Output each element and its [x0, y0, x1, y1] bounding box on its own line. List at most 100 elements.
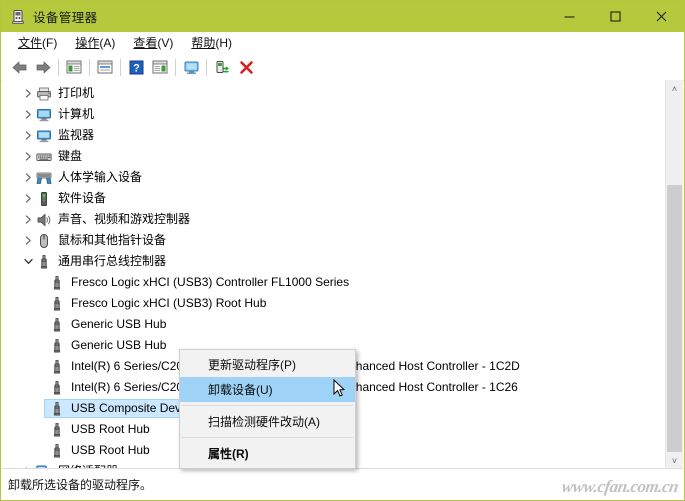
tree-expander[interactable] — [20, 83, 36, 104]
ctx-uninstall[interactable]: 卸载设备(U) — [180, 377, 355, 402]
tree-row-label: 通用串行总线控制器 — [58, 254, 167, 268]
software-device-icon — [41, 191, 47, 206]
tree-row[interactable]: 声音、视频和游戏控制器 — [2, 209, 665, 230]
back-arrow-icon — [11, 60, 26, 74]
menu-action-accel: (A) — [99, 36, 116, 50]
forward-button[interactable] — [31, 56, 55, 78]
tree-row[interactable]: 通用串行总线控制器 — [2, 251, 665, 272]
usb-icon — [53, 317, 61, 332]
menu-action[interactable]: 操作(A) — [66, 32, 124, 53]
tree-row-label: 鼠标和其他指针设备 — [58, 233, 167, 247]
chevron-right-icon[interactable] — [24, 194, 33, 203]
tree-row[interactable]: 键盘 — [2, 146, 665, 167]
usb-icon — [53, 359, 61, 374]
tree-row[interactable]: Fresco Logic xHCI (USB3) Controller FL10… — [2, 272, 665, 293]
menu-file-accel: (F) — [42, 36, 58, 50]
tree-expander[interactable] — [20, 104, 36, 125]
speaker-icon — [36, 212, 52, 228]
close-button[interactable] — [638, 1, 684, 32]
tree-row[interactable]: 人体学输入设备 — [2, 167, 665, 188]
details-button[interactable] — [148, 56, 172, 78]
tree-expander[interactable] — [20, 167, 36, 188]
tree-expander[interactable] — [20, 251, 36, 272]
usb-icon — [49, 275, 65, 291]
window-controls — [546, 1, 684, 32]
svg-text:?: ? — [133, 62, 140, 74]
scroll-up-button[interactable]: ˄ — [666, 80, 683, 97]
details-pane-icon — [152, 60, 168, 74]
chevron-right-icon[interactable] — [24, 89, 33, 98]
tree-expander[interactable] — [20, 209, 36, 230]
uninstall-button[interactable] — [234, 56, 258, 78]
tree-row[interactable]: 打印机 — [2, 83, 665, 104]
properties-window-icon — [97, 60, 113, 74]
menu-file[interactable]: 文件(F) — [9, 32, 66, 53]
toolbar-separator — [206, 58, 207, 76]
usb-icon — [49, 296, 65, 312]
usb-icon — [53, 443, 61, 458]
ctx-scan-hardware[interactable]: 扫描检测硬件改动(A) — [180, 409, 355, 434]
monitor-icon — [37, 130, 51, 142]
tree-row[interactable]: 监视器 — [2, 125, 665, 146]
chevron-right-icon[interactable] — [24, 215, 33, 224]
chevron-right-icon[interactable] — [24, 152, 33, 161]
tree-row[interactable]: Generic USB Hub — [2, 314, 665, 335]
ctx-properties[interactable]: 属性(R) — [180, 441, 355, 466]
device-manager-icon — [10, 9, 26, 25]
tree-row[interactable]: 鼠标和其他指针设备 — [2, 230, 665, 251]
usb-icon — [49, 317, 65, 333]
chevron-right-icon[interactable] — [24, 236, 33, 245]
scan-monitor-icon — [184, 61, 198, 74]
maximize-button[interactable] — [592, 1, 638, 32]
properties-button[interactable] — [93, 56, 117, 78]
help-button[interactable]: ? — [124, 56, 148, 78]
watermark: www.cfan.com.cn — [560, 477, 680, 496]
printer-icon — [37, 87, 51, 100]
menu-help[interactable]: 帮助(H) — [182, 32, 241, 53]
back-button[interactable] — [7, 56, 31, 78]
context-menu[interactable]: 更新驱动程序(P) 卸载设备(U) 扫描检测硬件改动(A) 属性(R) — [179, 349, 356, 469]
usb-icon — [49, 401, 65, 417]
tree-expander[interactable] — [20, 125, 36, 146]
minimize-button[interactable] — [546, 1, 592, 32]
usb-icon — [49, 422, 65, 438]
usb-icon — [36, 254, 52, 270]
monitor-icon — [36, 128, 52, 144]
tree-row-label: Fresco Logic xHCI (USB3) Root Hub — [71, 296, 267, 310]
tree-expander[interactable] — [20, 188, 36, 209]
mouse-icon — [36, 233, 52, 249]
show-hide-tree-button[interactable] — [62, 56, 86, 78]
tree-row[interactable]: 软件设备 — [2, 188, 665, 209]
tree-row[interactable]: 计算机 — [2, 104, 665, 125]
menu-bar: 文件(F) 操作(A) 查看(V) 帮助(H) — [1, 32, 684, 54]
software-device-icon — [36, 191, 52, 207]
vertical-scrollbar[interactable]: ˄ ˅ — [665, 80, 683, 469]
tool-bar: ? — [1, 54, 684, 81]
scan-hardware-button[interactable] — [179, 56, 203, 78]
tree-expander[interactable] — [20, 146, 36, 167]
update-driver-button[interactable] — [210, 56, 234, 78]
menu-view-label: 查看 — [133, 36, 158, 50]
ctx-update-driver[interactable]: 更新驱动程序(P) — [180, 352, 355, 377]
help-question-icon: ? — [129, 60, 143, 74]
console-tree-icon — [66, 60, 82, 74]
window-title: 设备管理器 — [33, 11, 98, 25]
tree-row[interactable]: Fresco Logic xHCI (USB3) Root Hub — [2, 293, 665, 314]
tree-expander[interactable] — [20, 230, 36, 251]
chevron-right-icon[interactable] — [24, 173, 33, 182]
chevron-down-icon[interactable] — [23, 257, 33, 266]
tree-row-label: 打印机 — [58, 86, 95, 100]
chevron-right-icon[interactable] — [24, 110, 33, 119]
menu-view[interactable]: 查看(V) — [124, 32, 182, 53]
hid-device-icon — [36, 172, 52, 184]
usb-icon — [53, 338, 61, 353]
tree-row-label: 人体学输入设备 — [58, 170, 143, 184]
scrollbar-thumb[interactable] — [667, 185, 682, 455]
tree-row-label: Fresco Logic xHCI (USB3) Controller FL10… — [71, 275, 350, 289]
chevron-right-icon[interactable] — [24, 131, 33, 140]
speaker-icon — [37, 213, 51, 226]
usb-icon — [49, 443, 65, 459]
scroll-down-button[interactable]: ˅ — [666, 452, 683, 469]
red-x-icon — [239, 60, 253, 74]
usb-icon — [53, 275, 61, 290]
